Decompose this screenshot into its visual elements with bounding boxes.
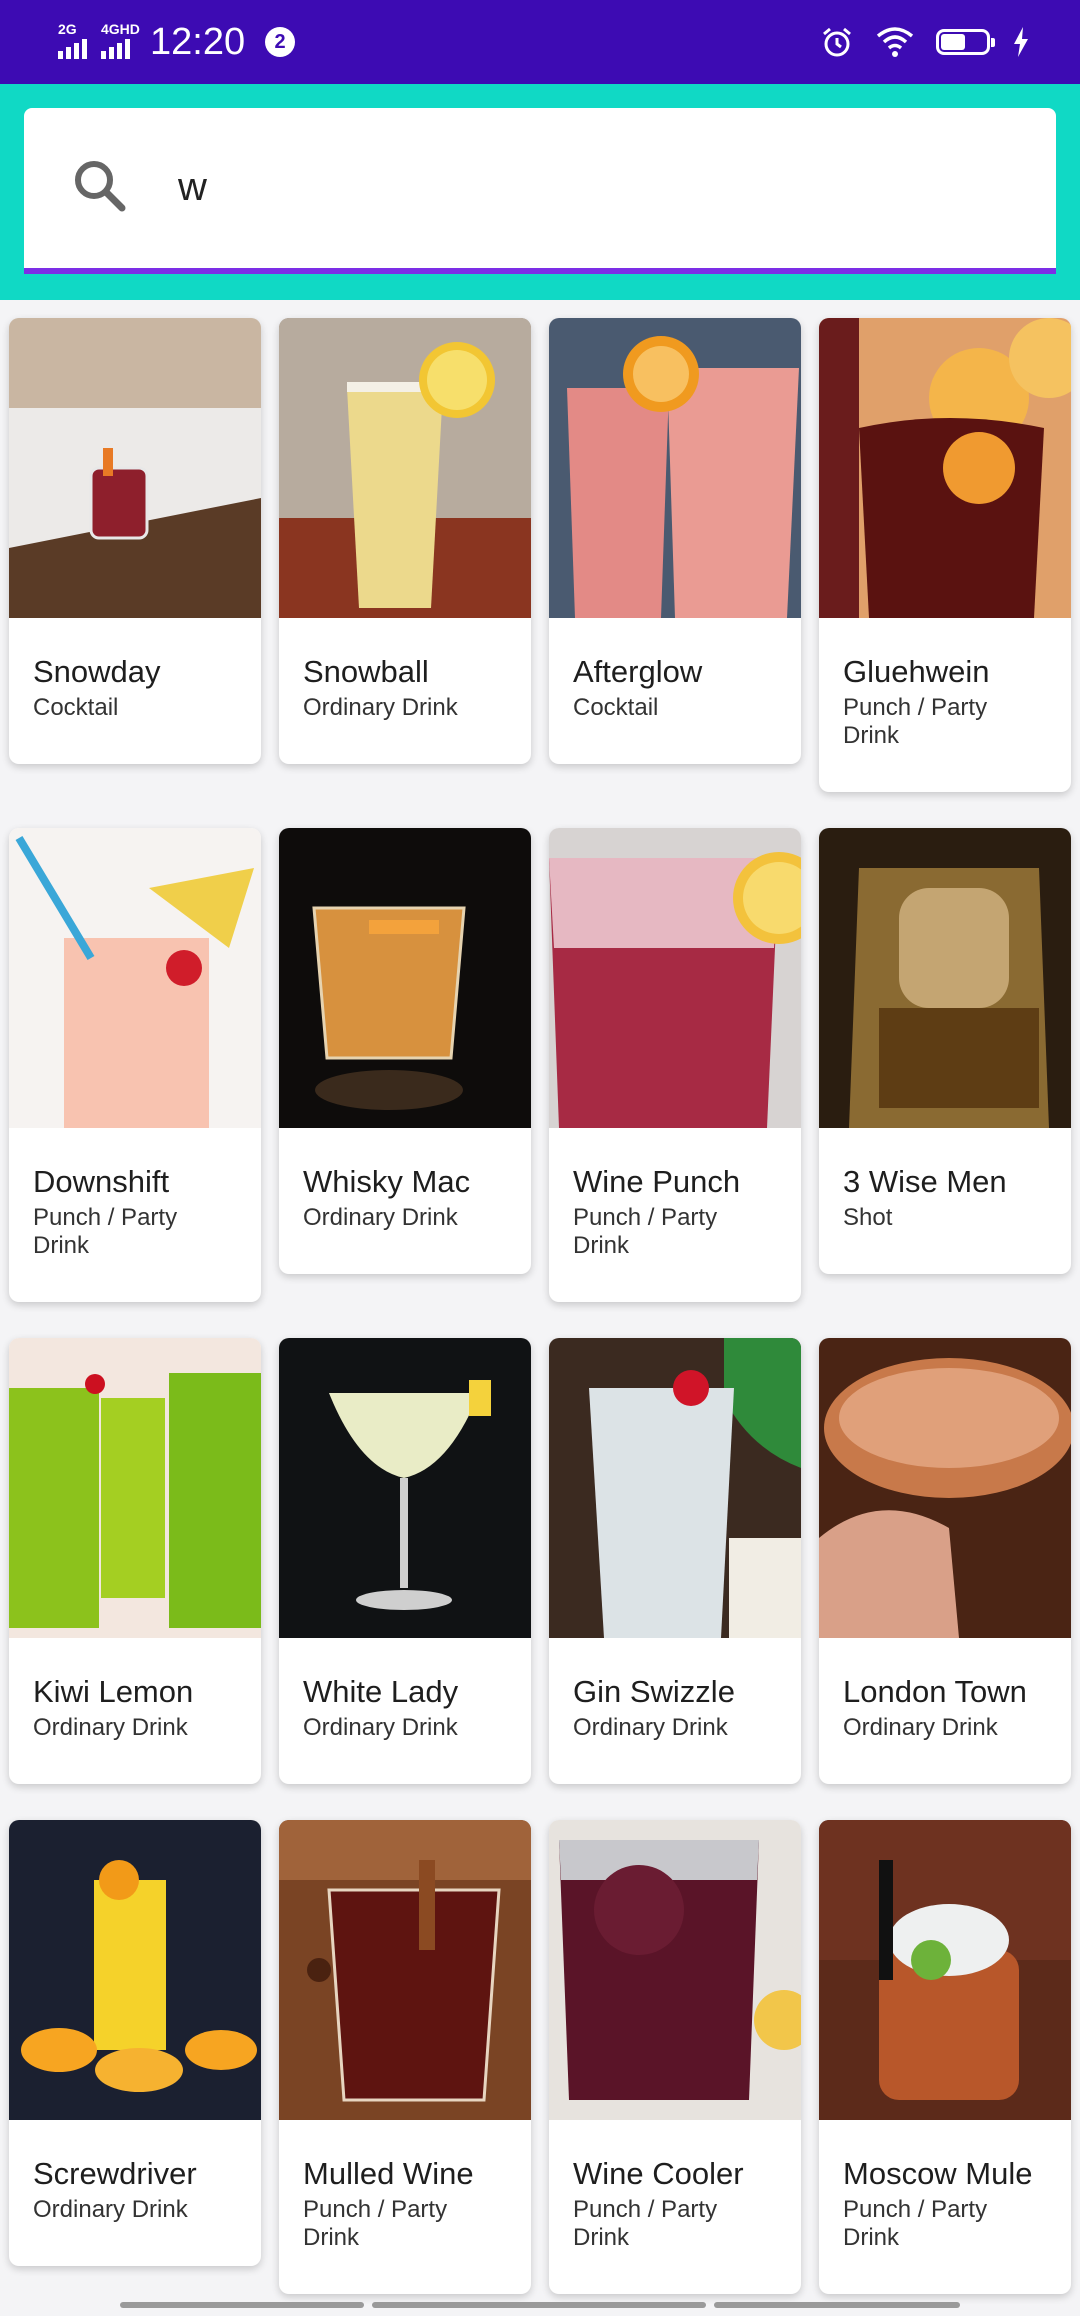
drink-name: Kiwi Lemon (33, 1674, 194, 1709)
gesture-bar-segment (372, 2302, 706, 2308)
drink-image (549, 1338, 801, 1638)
gesture-bar-segment (120, 2302, 364, 2308)
drink-name: Wine Cooler (573, 2156, 744, 2191)
drink-name: Snowday (33, 654, 161, 689)
search-icon[interactable] (66, 152, 136, 222)
drink-category: Ordinary Drink (303, 1714, 458, 1741)
drink-category: Punch / Party Drink (573, 1204, 718, 1259)
drink-image (549, 1820, 801, 2120)
wifi-icon (876, 27, 914, 57)
drink-name: Wine Punch (573, 1164, 741, 1199)
status-time: 12:20 (150, 20, 246, 63)
drink-card-gin-swizzle[interactable]: Gin Swizzle Ordinary Drink (549, 1338, 801, 1784)
search-input[interactable] (178, 142, 998, 232)
drink-image (819, 828, 1071, 1128)
drink-card-wine-punch[interactable]: Wine Punch Punch / Party Drink (549, 828, 801, 1302)
drink-category: Punch / Party Drink (573, 2196, 718, 2251)
drink-image (279, 1338, 531, 1638)
drink-card-mulled-wine[interactable]: Mulled Wine Punch / Party Drink (279, 1820, 531, 2294)
signal-4g-icon: 4GHD (101, 21, 140, 59)
drink-name: Downshift (33, 1164, 170, 1199)
drink-image (819, 318, 1071, 618)
drink-image (9, 1338, 261, 1638)
drink-card-kiwi-lemon[interactable]: Kiwi Lemon Ordinary Drink (9, 1338, 261, 1784)
drink-category: Punch / Party Drink (843, 694, 988, 749)
drink-category: Ordinary Drink (303, 694, 458, 721)
charging-icon (1014, 27, 1028, 57)
status-bar: 2G 4GHD 12:20 2 (0, 0, 1080, 84)
drink-card-screwdriver[interactable]: Screwdriver Ordinary Drink (9, 1820, 261, 2266)
drink-card-wine-cooler[interactable]: Wine Cooler Punch / Party Drink (549, 1820, 801, 2294)
drink-card-moscow-mule[interactable]: Moscow Mule Punch / Party Drink (819, 1820, 1071, 2294)
drink-name: Gin Swizzle (573, 1674, 735, 1709)
drink-name: Afterglow (573, 654, 703, 689)
drink-name: 3 Wise Men (843, 1164, 1007, 1199)
drink-card-snowball[interactable]: Snowball Ordinary Drink (279, 318, 531, 764)
drink-card-white-lady[interactable]: White Lady Ordinary Drink (279, 1338, 531, 1784)
drink-card-london-town[interactable]: London Town Ordinary Drink (819, 1338, 1071, 1784)
drink-image (549, 828, 801, 1128)
drink-name: Snowball (303, 654, 429, 689)
drink-image (9, 318, 261, 618)
drink-image (9, 828, 261, 1128)
drink-card-snowday[interactable]: Snowday Cocktail (9, 318, 261, 764)
drink-image (819, 1338, 1071, 1638)
drink-category: Ordinary Drink (303, 1204, 458, 1231)
drink-name: Mulled Wine (303, 2156, 474, 2191)
gesture-bar-segment (714, 2302, 960, 2308)
drink-category: Ordinary Drink (33, 1714, 188, 1741)
drink-image (279, 828, 531, 1128)
drink-image (279, 1820, 531, 2120)
drink-card-gluehwein[interactable]: Gluehwein Punch / Party Drink (819, 318, 1071, 792)
drink-category: Cocktail (33, 694, 119, 721)
drink-image (819, 1820, 1071, 2120)
drink-name: White Lady (303, 1674, 459, 1709)
drink-category: Punch / Party Drink (843, 2196, 988, 2251)
drink-category: Shot (843, 1204, 893, 1231)
alarm-icon (823, 27, 851, 57)
drink-name: Whisky Mac (303, 1164, 471, 1199)
drink-category: Punch / Party Drink (33, 1204, 178, 1259)
drink-card-whisky-mac[interactable]: Whisky Mac Ordinary Drink (279, 828, 531, 1274)
drink-image (549, 318, 801, 618)
drink-category: Cocktail (573, 694, 659, 721)
drink-category: Ordinary Drink (573, 1714, 728, 1741)
drink-name: London Town (843, 1674, 1027, 1709)
drink-name: Screwdriver (33, 2156, 197, 2191)
drink-image (9, 1820, 261, 2120)
search-header (0, 84, 1080, 300)
drink-image (279, 318, 531, 618)
drink-card-3-wise-men[interactable]: 3 Wise Men Shot (819, 828, 1071, 1274)
battery-icon (936, 29, 995, 55)
drink-card-downshift[interactable]: Downshift Punch / Party Drink (9, 828, 261, 1302)
drink-category: Punch / Party Drink (303, 2196, 448, 2251)
search-bar[interactable] (24, 108, 1056, 274)
notification-badge: 2 (265, 27, 296, 57)
drink-card-afterglow[interactable]: Afterglow Cocktail (549, 318, 801, 764)
signal-2g-icon: 2G (58, 21, 87, 59)
drink-name: Moscow Mule (843, 2156, 1033, 2191)
drink-category: Ordinary Drink (843, 1714, 998, 1741)
drink-name: Gluehwein (843, 654, 990, 689)
drink-category: Ordinary Drink (33, 2196, 188, 2223)
